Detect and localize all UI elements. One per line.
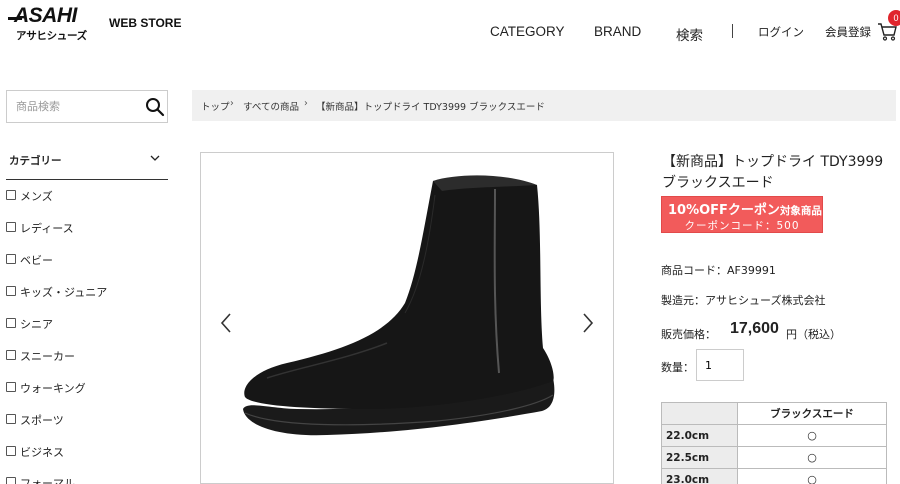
table-row: 22.5cm ○ [661, 446, 887, 469]
checkbox[interactable] [6, 190, 16, 200]
stock-mark[interactable]: ○ [737, 446, 887, 469]
category-label: キッズ・ジュニア [20, 286, 108, 299]
table-row: 22.0cm ○ [661, 424, 887, 447]
category-toggle[interactable]: カテゴリー [6, 150, 168, 180]
nav-search[interactable]: 検索 [676, 24, 703, 44]
breadcrumb-current: 【新商品】トップドライ TDY3999 ブラックスエード [316, 102, 545, 113]
price-label: 販売価格： [661, 328, 716, 341]
nav-category[interactable]: CATEGORY [490, 24, 565, 39]
chevron-left-icon[interactable] [219, 312, 233, 334]
breadcrumb-all-products[interactable]: すべての商品 [243, 99, 299, 113]
product-maker: 製造元：アサヒシューズ株式会社 [661, 294, 826, 307]
size-cell: 23.0cm [661, 468, 738, 484]
category-label: シニア [20, 318, 53, 331]
logo-sub-text: アサヒシューズ [16, 30, 87, 42]
logo-text: ASAHI [14, 4, 77, 27]
product-code: 商品コード：AF39991 [661, 264, 776, 277]
checkbox[interactable] [6, 286, 16, 296]
price-suffix: 円（税込） [786, 328, 841, 341]
boot-image [243, 175, 555, 436]
coupon-tag: 対象商品 [779, 205, 822, 217]
size-cell: 22.5cm [661, 446, 738, 469]
quantity-input[interactable] [696, 349, 744, 381]
table-header-row: ブラックスエード [661, 402, 887, 425]
category-item-senior[interactable]: シニア [6, 316, 166, 334]
checkbox[interactable] [6, 382, 16, 392]
category-label: メンズ [20, 190, 53, 203]
chevron-right-icon[interactable] [581, 312, 595, 334]
checkbox[interactable] [6, 254, 16, 264]
nav-brand[interactable]: BRAND [594, 24, 641, 39]
checkbox[interactable] [6, 318, 16, 328]
table-row: 23.0cm ○ [661, 468, 887, 484]
category-item-baby[interactable]: ベビー [6, 252, 166, 270]
checkbox[interactable] [6, 446, 16, 456]
category-item-mens[interactable]: メンズ [6, 188, 166, 206]
search-input[interactable] [8, 92, 136, 121]
product-title-line-2: ブラックスエード [662, 175, 774, 191]
category-label: スニーカー [20, 350, 75, 363]
breadcrumb-separator: › [304, 98, 308, 109]
checkbox[interactable] [6, 350, 16, 360]
quantity-label: 数量： [661, 361, 694, 374]
stock-mark[interactable]: ○ [737, 424, 887, 447]
stock-mark[interactable]: ○ [737, 468, 887, 484]
category-label: ビジネス [20, 446, 64, 459]
price-value: 17,600 [730, 320, 779, 337]
category-label: ウォーキング [20, 382, 86, 395]
category-item-kids[interactable]: キッズ・ジュニア [6, 284, 166, 302]
breadcrumb-top[interactable]: トップ [201, 99, 230, 113]
login-link[interactable]: ログイン [758, 24, 804, 40]
search-icon[interactable] [145, 97, 165, 117]
color-header: ブラックスエード [737, 402, 887, 425]
coupon-banner: 10%OFFクーポン対象商品 クーポンコード：500 [661, 196, 823, 233]
category-item-ladies[interactable]: レディース [6, 220, 166, 238]
search-box [6, 90, 168, 123]
category-heading: カテゴリー [9, 155, 62, 167]
nav-divider [732, 24, 733, 38]
coupon-main-text: 10%OFFクーポン対象商品 [668, 199, 822, 218]
category-item-walking[interactable]: ウォーキング [6, 380, 166, 398]
table-corner-cell [661, 402, 738, 425]
category-label: レディース [20, 222, 74, 235]
category-label: スポーツ [20, 414, 64, 427]
breadcrumb: トップ › すべての商品 › 【新商品】トップドライ TDY3999 ブラックス… [192, 90, 896, 121]
category-label: フォーマル [20, 477, 75, 484]
register-link[interactable]: 会員登録 [825, 24, 871, 40]
product-image-gallery [200, 152, 614, 484]
product-title-line-1: 【新商品】トップドライ TDY3999 [662, 154, 884, 170]
checkbox[interactable] [6, 414, 16, 424]
category-label: ベビー [20, 254, 53, 267]
chevron-down-icon [150, 155, 160, 161]
coupon-code: クーポンコード：500 [684, 220, 800, 232]
product-title: 【新商品】トップドライ TDY3999 ブラックスエード [662, 152, 898, 194]
coupon-discount: 10%OFFクーポン [668, 203, 780, 218]
cart-count-badge: 0 [888, 10, 900, 26]
category-item-business[interactable]: ビジネス [6, 444, 166, 462]
category-item-sneaker[interactable]: スニーカー [6, 348, 166, 366]
category-item-formal[interactable]: フォーマル [6, 475, 166, 484]
size-stock-table: ブラックスエード 22.0cm ○ 22.5cm ○ 23.0cm ○ [661, 402, 887, 484]
checkbox[interactable] [6, 222, 16, 232]
checkbox[interactable] [6, 477, 16, 484]
category-item-sports[interactable]: スポーツ [6, 412, 166, 430]
breadcrumb-separator: › [230, 98, 234, 109]
web-store-label: WEB STORE [109, 16, 182, 30]
size-cell: 22.0cm [661, 424, 738, 447]
asahi-logo[interactable]: ASAHI アサヒシューズ [8, 4, 100, 44]
